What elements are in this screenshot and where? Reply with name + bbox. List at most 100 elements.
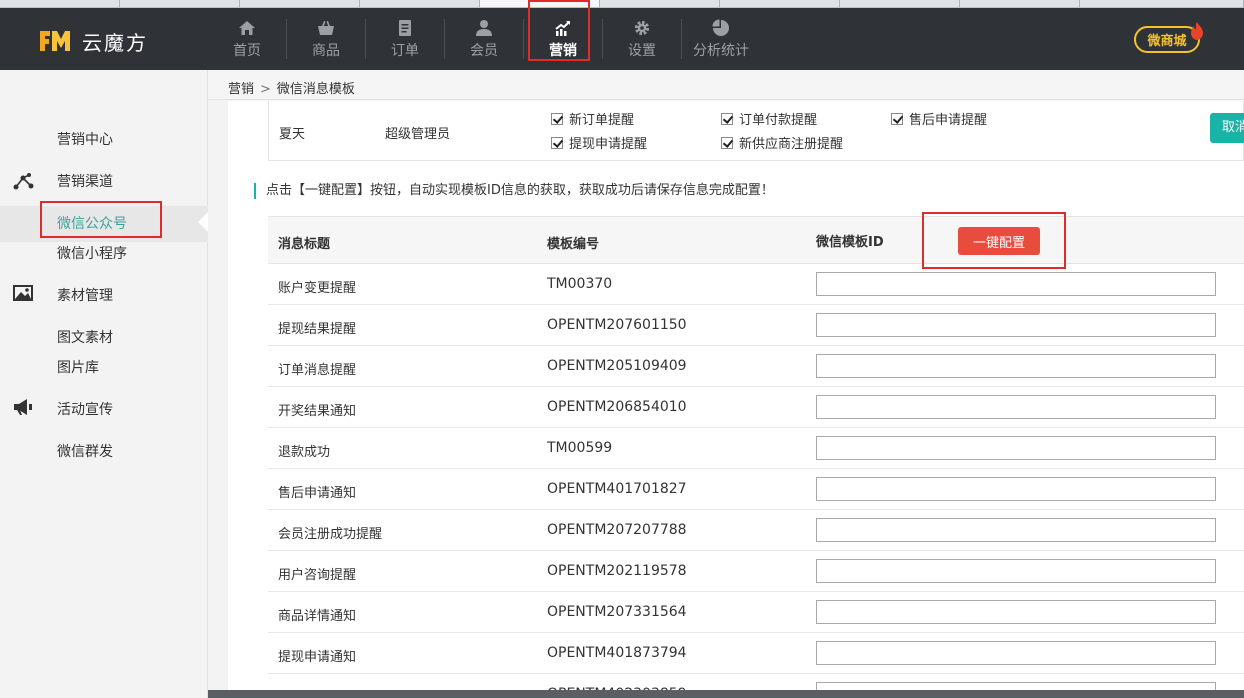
- browser-tab[interactable]: [720, 0, 840, 7]
- sidebar-item-marketing-channel[interactable]: 营销渠道: [57, 171, 113, 191]
- row-code: OPENTM401701827: [547, 481, 687, 497]
- wx-template-id-input[interactable]: [816, 272, 1216, 296]
- nav-home-label: 首页: [233, 42, 261, 59]
- table-row: 订单消息提醒 OPENTM205109409: [268, 346, 1244, 387]
- row-title: 开奖结果通知: [278, 404, 357, 419]
- perm-label: 新供应商注册提醒: [739, 137, 844, 152]
- perm-new-order[interactable]: 新订单提醒: [551, 109, 634, 128]
- perm-label: 订单付款提醒: [739, 113, 818, 128]
- nav-settings[interactable]: 设置: [603, 8, 681, 70]
- perm-aftersale[interactable]: 售后申请提醒: [891, 109, 987, 128]
- sidebar-item-article-materials[interactable]: 图文素材: [57, 327, 113, 347]
- nav-orders[interactable]: 订单: [366, 8, 444, 70]
- nav-products[interactable]: 商品: [287, 8, 365, 70]
- row-title: 提现申请通知: [278, 650, 357, 665]
- checkbox-checked-icon[interactable]: [551, 136, 563, 149]
- nav-members[interactable]: 会员: [445, 8, 523, 70]
- row-code: OPENTM207207788: [547, 522, 687, 538]
- wx-template-id-input[interactable]: [816, 354, 1216, 378]
- table-row: 账户变更提醒 TM00370: [268, 264, 1244, 305]
- template-table: 消息标题 模板编号 微信模板ID 一键配置 账户变更提醒 TM00370 提现结果提…: [268, 212, 1244, 698]
- sidebar-item-materials[interactable]: 素材管理: [57, 285, 113, 305]
- sidebar-item-campaign[interactable]: 活动宣传: [57, 399, 113, 419]
- nav-orders-label: 订单: [391, 42, 419, 59]
- header-code: 模板编号: [547, 237, 600, 252]
- row-code: OPENTM202119578: [547, 563, 687, 579]
- table-body: 账户变更提醒 TM00370 提现结果提醒 OPENTM207601150 订单消息提醒…: [268, 264, 1244, 698]
- wx-template-id-input[interactable]: [816, 436, 1216, 460]
- row-title: 账户变更提醒: [278, 281, 357, 296]
- row-title: 用户咨询提醒: [278, 568, 357, 583]
- gear-icon: [634, 20, 650, 35]
- horizontal-scrollbar[interactable]: [208, 690, 1244, 698]
- browser-tab[interactable]: [240, 0, 360, 7]
- user-role: 超级管理员: [385, 127, 451, 142]
- checkbox-checked-icon[interactable]: [891, 112, 903, 125]
- one-key-config-highlight: [922, 212, 1066, 269]
- browser-tab[interactable]: [600, 0, 720, 7]
- row-title: 会员注册成功提醒: [278, 527, 383, 542]
- wx-template-id-input[interactable]: [816, 600, 1216, 624]
- perm-label: 提现申请提醒: [569, 137, 648, 152]
- sidebar-item-mass-message[interactable]: 微信群发: [57, 441, 113, 461]
- breadcrumb-separator-icon: >: [260, 82, 271, 97]
- wx-template-id-input[interactable]: [816, 641, 1216, 665]
- wx-template-id-input[interactable]: [816, 313, 1216, 337]
- nav-home[interactable]: 首页: [208, 8, 286, 70]
- wx-template-id-input[interactable]: [816, 477, 1216, 501]
- pie-icon: [712, 19, 729, 36]
- row-code: OPENTM206854010: [547, 399, 687, 415]
- checkbox-checked-icon[interactable]: [551, 112, 563, 125]
- browser-tab[interactable]: [960, 0, 1080, 7]
- sidebar-active-arrow: [198, 212, 208, 232]
- browser-tab[interactable]: [120, 0, 240, 7]
- logo[interactable]: 云魔方: [38, 26, 158, 56]
- table-row: 开奖结果通知 OPENTM206854010: [268, 387, 1244, 428]
- table-row: 售后申请通知 OPENTM401701827: [268, 469, 1244, 510]
- cancel-button[interactable]: 取消: [1210, 113, 1244, 143]
- header-title: 消息标题: [278, 237, 331, 252]
- table-row: 退款成功 TM00599: [268, 428, 1244, 469]
- checkbox-checked-icon[interactable]: [721, 136, 733, 149]
- row-title: 售后申请通知: [278, 486, 357, 501]
- row-code: TM00599: [547, 440, 613, 456]
- nav-marketing-highlight: [528, 0, 590, 61]
- nav-products-label: 商品: [312, 42, 340, 59]
- user-icon: [476, 19, 492, 36]
- row-code: OPENTM205109409: [547, 358, 687, 374]
- nav-analytics-label: 分析统计: [693, 42, 749, 59]
- breadcrumb-parent[interactable]: 营销: [228, 82, 254, 97]
- browser-tab[interactable]: [360, 0, 480, 7]
- wx-template-id-input[interactable]: [816, 559, 1216, 583]
- home-icon: [239, 20, 255, 35]
- top-navigation-bar: 云魔方 首页 商品 订单 会员 营销 设置 分析统计 微商城: [0, 8, 1244, 70]
- breadcrumb-current: 微信消息模板: [276, 82, 355, 97]
- perm-label: 售后申请提醒: [909, 113, 988, 128]
- browser-tab[interactable]: [0, 0, 120, 7]
- channel-icon: [13, 173, 34, 190]
- basket-icon: [318, 20, 334, 35]
- row-code: OPENTM401873794: [547, 645, 687, 661]
- wx-template-id-input[interactable]: [816, 395, 1216, 419]
- logo-mark-icon: [38, 27, 72, 55]
- main-nav: 首页 商品 订单 会员 营销 设置 分析统计: [208, 8, 760, 70]
- browser-tab[interactable]: [840, 0, 960, 7]
- perm-withdraw[interactable]: 提现申请提醒: [551, 133, 647, 152]
- perm-order-paid[interactable]: 订单付款提醒: [721, 109, 817, 128]
- row-code: OPENTM207601150: [547, 317, 687, 333]
- sidebar-item-highlight: [40, 201, 162, 238]
- breadcrumb: 营销 > 微信消息模板: [228, 78, 355, 97]
- table-header: 消息标题 模板编号 微信模板ID 一键配置: [268, 212, 1244, 269]
- perm-new-supplier[interactable]: 新供应商注册提醒: [721, 133, 843, 152]
- row-title: 退款成功: [278, 445, 331, 460]
- sidebar-item-wechat-miniprogram[interactable]: 微信小程序: [57, 243, 127, 263]
- nav-settings-label: 设置: [628, 42, 656, 59]
- nav-analytics[interactable]: 分析统计: [682, 8, 760, 70]
- wx-template-id-input[interactable]: [816, 518, 1216, 542]
- sidebar-item-image-library[interactable]: 图片库: [57, 357, 99, 377]
- browser-tab[interactable]: [1080, 0, 1244, 7]
- config-notice: 点击【一键配置】按钮，自动实现模板ID信息的获取，获取成功后请保存信息完成配置！: [254, 183, 774, 199]
- checkbox-checked-icon[interactable]: [721, 112, 733, 125]
- sidebar-item-marketing-center[interactable]: 营销中心: [57, 129, 113, 149]
- nav-members-label: 会员: [470, 42, 498, 59]
